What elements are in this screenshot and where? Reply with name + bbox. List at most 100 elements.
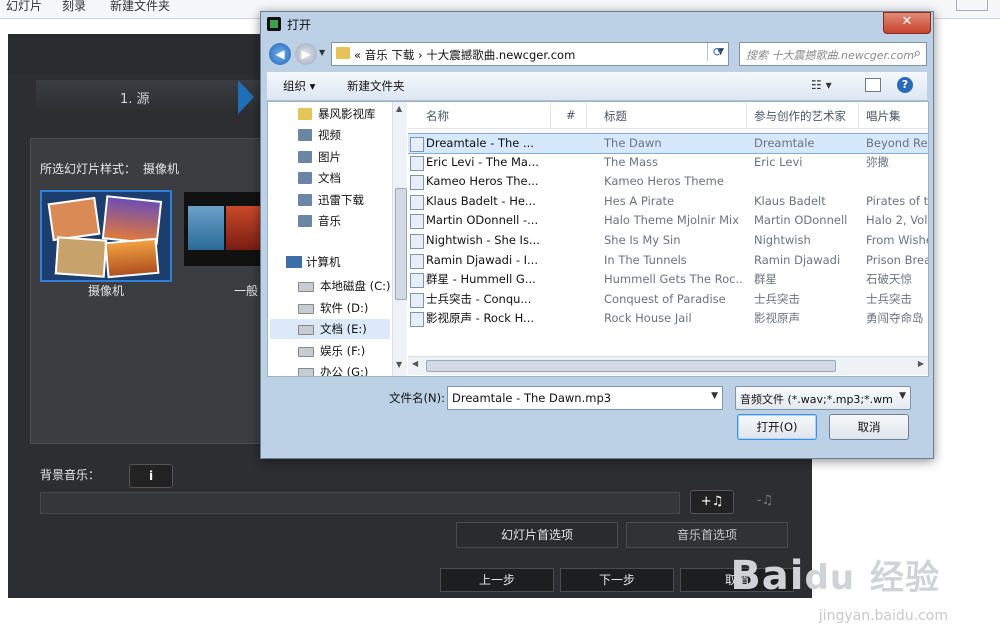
file-row[interactable]: Nightwish - She Is... She Is My Sin Nightw… [408, 231, 928, 250]
drive-icon [298, 347, 314, 357]
file-row[interactable]: 影视原声 - Rock H... Rock House Jail 影视原声 勇闯夺命岛 [408, 309, 928, 328]
prev-button[interactable]: 上一步 [440, 568, 554, 592]
filetype-dropdown-icon[interactable]: ▼ [899, 391, 906, 401]
column-header-title[interactable]: 标题 [604, 108, 627, 124]
picture-library-icon [298, 151, 312, 163]
column-header-number[interactable]: # [566, 108, 576, 122]
back-arrow-icon[interactable]: ◀ [269, 43, 291, 65]
dialog-body: 暴风影视库 视频 图片 文档 迅雷下载 音乐 计算机 本地磁盘 (C:) 软件 … [267, 101, 929, 377]
style-thumbnail-camera[interactable] [40, 190, 172, 282]
dialog-title-bar[interactable]: 打开 ✕ [261, 12, 933, 36]
column-divider[interactable] [586, 102, 587, 128]
menu-item-burn[interactable]: 刻录 [62, 0, 86, 14]
file-album: 士兵突击 [866, 291, 912, 306]
address-path[interactable]: « 音乐 下载 › 十大震撼歌曲.newcger.com [354, 47, 575, 63]
drive-icon [298, 304, 314, 314]
file-row[interactable]: Martin ODonnell -... Halo Theme Mjolnir M… [408, 211, 928, 230]
scroll-thumb[interactable] [395, 188, 407, 300]
refresh-icon[interactable]: ⟳ [707, 43, 728, 61]
file-row[interactable]: Ramin Djawadi - I... In The Tunnels Ramin … [408, 251, 928, 270]
forward-arrow-icon[interactable]: ▶ [295, 43, 317, 65]
music-options-button[interactable]: 音乐首选项 [626, 522, 788, 548]
address-bar[interactable]: « 音乐 下载 › 十大震撼歌曲.newcger.com ▼ [331, 42, 729, 66]
mp3-file-icon [410, 155, 424, 171]
nav-label: 计算机 [306, 255, 341, 269]
thumb-photo [104, 237, 160, 279]
style-thumbnail-general[interactable] [184, 192, 264, 266]
column-header-artist[interactable]: 参与创作的艺术家 [754, 108, 846, 124]
window-edge [956, 0, 988, 11]
history-dropdown-icon[interactable]: ▼ [319, 48, 325, 57]
file-row[interactable]: Kameo Heros The... Kameo Heros Theme [408, 172, 928, 191]
new-folder-button[interactable]: 新建文件夹 [347, 78, 405, 94]
nav-item-drive-d[interactable]: 软件 (D:) [298, 298, 368, 318]
next-button[interactable]: 下一步 [560, 568, 674, 592]
slideshow-options-button[interactable]: 幻灯片首选项 [456, 522, 618, 548]
remove-music-icon[interactable]: -♫ [744, 490, 786, 512]
filetype-select[interactable]: 音频文件 (*.wav;*.mp3;*.wma ▼ [735, 386, 911, 410]
nav-item-drive-c[interactable]: 本地磁盘 (C:) [298, 276, 391, 296]
column-header-name[interactable]: 名称 [426, 108, 449, 124]
nav-item-drive-g[interactable]: 办公 (G:) [298, 362, 368, 376]
nav-item-music[interactable]: 音乐 [298, 211, 341, 231]
watermark-bai: Bai [730, 553, 805, 599]
drive-icon [298, 325, 314, 335]
file-row[interactable]: Eric Levi - The Ma... The Mass Eric Levi 弥撒 [408, 153, 928, 172]
file-row[interactable]: 群星 - Hummell G... Hummell Gets The Roc...… [408, 270, 928, 289]
cancel-button[interactable]: 取消 [829, 414, 909, 440]
thumbnail-label-camera: 摄像机 [88, 284, 125, 298]
open-button[interactable]: 打开(O) [737, 414, 817, 440]
scroll-right-icon[interactable]: ▶ [918, 359, 924, 368]
scroll-down-icon[interactable]: ▼ [396, 360, 402, 369]
nav-item-drive-e[interactable]: 文档 (E:) [270, 319, 390, 339]
scroll-thumb[interactable] [426, 360, 836, 372]
preview-pane-icon[interactable] [865, 78, 881, 92]
column-divider[interactable] [858, 102, 859, 128]
search-input[interactable]: 搜索 十大震撼歌曲.newcger.com ⌕ [739, 42, 927, 66]
info-icon[interactable]: i [129, 464, 173, 488]
horizontal-scrollbar[interactable]: ◀ ▶ [408, 356, 928, 375]
view-options-icon[interactable]: ☷ ▾ [811, 78, 832, 92]
file-row[interactable]: Klaus Badelt - He... Hes A Pirate Klaus Ba… [408, 192, 928, 211]
file-row[interactable]: 士兵突击 - Conqu... Conquest of Paradise 士兵突击 士… [408, 290, 928, 309]
scroll-up-icon[interactable]: ▲ [396, 104, 402, 113]
search-icon[interactable]: ⌕ [914, 46, 921, 61]
column-divider[interactable] [746, 102, 747, 128]
nav-item-videos[interactable]: 视频 [298, 125, 341, 145]
filename-value[interactable]: Dreamtale - The Dawn.mp3 [452, 391, 611, 405]
add-music-icon[interactable]: +♫ [690, 490, 734, 514]
bgm-track-field[interactable] [40, 492, 680, 514]
nav-scrollbar[interactable]: ▲ ▼ [392, 102, 407, 376]
column-divider[interactable] [550, 102, 551, 128]
help-icon[interactable]: ? [897, 77, 913, 93]
organize-button[interactable]: 组织 ▾ [283, 78, 315, 94]
file-album: From Wishe [866, 233, 928, 247]
file-title: In The Tunnels [604, 252, 687, 267]
nav-item-computer[interactable]: 计算机 [286, 254, 341, 270]
nav-item-xunlei[interactable]: 迅雷下载 [298, 190, 364, 210]
file-album: Halo 2, Vol. [866, 213, 928, 228]
file-album: 石破天惊 [866, 272, 912, 287]
file-title: The Mass [604, 154, 658, 169]
menu-item-slideshow[interactable]: 幻灯片 [6, 0, 42, 14]
filename-input[interactable]: Dreamtale - The Dawn.mp3 ▼ [447, 386, 723, 410]
nav-item-storm-library[interactable]: 暴风影视库 [298, 104, 376, 124]
file-artist: 影视原声 [754, 311, 800, 326]
nav-item-documents[interactable]: 文档 [298, 168, 341, 188]
menu-item-new-folder[interactable]: 新建文件夹 [110, 0, 170, 14]
watermark-du: du [804, 558, 856, 598]
nav-item-drive-f[interactable]: 娱乐 (F:) [298, 341, 365, 361]
watermark-url: jingyan.baidu.com [818, 608, 948, 624]
file-name: Ramin Djawadi - I... [426, 252, 538, 267]
scroll-left-icon[interactable]: ◀ [412, 359, 418, 368]
file-title: Hes A Pirate [604, 193, 675, 208]
file-artist: 士兵突击 [754, 291, 800, 306]
close-icon[interactable]: ✕ [883, 12, 931, 34]
address-row: ◀ ▶ ▼ « 音乐 下载 › 十大震撼歌曲.newcger.com ▼ ⟳ 搜… [261, 40, 933, 68]
file-row[interactable]: Dreamtale - The ... The Dawn Dreamtale Beyo… [408, 133, 928, 154]
nav-item-pictures[interactable]: 图片 [298, 147, 341, 167]
search-placeholder: 搜索 十大震撼歌曲.newcger.com [746, 49, 915, 62]
filename-dropdown-icon[interactable]: ▼ [711, 391, 718, 401]
mp3-file-icon [410, 292, 424, 308]
column-header-album[interactable]: 唱片集 [866, 108, 901, 124]
